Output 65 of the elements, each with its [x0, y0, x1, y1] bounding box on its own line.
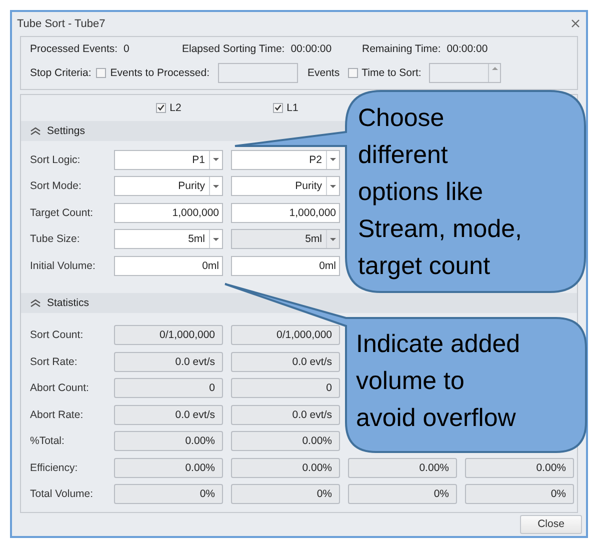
readonly-field: 0	[114, 378, 223, 398]
checkbox[interactable]	[96, 68, 106, 78]
dropdown[interactable]: Purity	[231, 176, 340, 196]
summary-value: 00:00:00	[446, 42, 488, 54]
collapse-icon[interactable]	[30, 126, 41, 134]
close-button[interactable]: Close	[520, 514, 582, 534]
row-label: %Total:	[30, 435, 66, 448]
dropdown[interactable]: 5ml	[114, 229, 223, 250]
readonly-field: 0.0 evt/s	[231, 352, 340, 372]
row-label: Tube Size:	[30, 233, 81, 246]
section-title: Statistics	[47, 297, 90, 309]
stream-label: L1	[286, 102, 298, 114]
readonly-field: 0%	[114, 484, 223, 504]
close-icon[interactable]	[571, 19, 580, 28]
readonly-field: 0.00%	[231, 458, 340, 478]
checkbox[interactable]	[348, 68, 358, 78]
stream-checkbox[interactable]	[272, 102, 283, 112]
readonly-field: 0.00%	[114, 458, 223, 478]
stream-checkbox[interactable]	[156, 102, 166, 112]
summary-label: Processed Events:	[30, 42, 118, 54]
summary-value: 0	[124, 42, 130, 54]
stream-label: L2	[170, 102, 182, 114]
readonly-field: 0%	[348, 484, 457, 504]
readonly-field: 0.00%	[348, 458, 457, 478]
row-label: Initial Volume:	[30, 260, 96, 272]
summary-label: Remaining Time:	[362, 42, 441, 54]
row-label: Abort Rate:	[30, 408, 84, 421]
row-label: Target Count:	[30, 206, 94, 219]
readonly-field: 0%	[465, 484, 574, 504]
input-field[interactable]: 1,000,000	[114, 202, 223, 223]
section-title: Settings	[47, 124, 85, 136]
readonly-field: 0.0 evt/s	[231, 404, 340, 425]
readonly-field: 0/1,000,000	[231, 325, 340, 346]
checkbox-label: Time to Sort:	[362, 66, 422, 78]
row-label: Sort Rate:	[30, 356, 78, 368]
row-label: Sort Count:	[30, 329, 84, 342]
events-field[interactable]	[218, 62, 298, 82]
window-title: Tube Sort - Tube7	[17, 18, 106, 30]
stop-criteria-label: Stop Criteria:	[30, 66, 92, 78]
readonly-field: 0	[231, 378, 340, 398]
dropdown[interactable]: Purity	[114, 176, 223, 196]
readonly-field: 0.00%	[465, 458, 574, 478]
readonly-field: 0/1,000,000	[114, 325, 223, 346]
readonly-field: 0%	[231, 484, 340, 504]
callout-text: Indicate added volume to avoid overflow	[356, 329, 520, 434]
readonly-field: 0.0 evt/s	[114, 352, 223, 372]
readonly-field: 0.00%	[114, 431, 223, 452]
readonly-field: 0.00%	[231, 431, 340, 452]
dropdown[interactable]: P2	[231, 150, 340, 170]
unit-label: Events	[308, 66, 340, 78]
row-label: Efficiency:	[30, 462, 79, 474]
row-label: Total Volume:	[30, 488, 94, 500]
input-field[interactable]: 0ml	[114, 256, 223, 276]
row-label: Abort Count:	[30, 382, 90, 394]
callout-text: Choose different options like Stream, mode, target count	[358, 103, 522, 282]
row-label: Sort Mode:	[30, 180, 82, 192]
input-field[interactable]: 1,000,000	[231, 202, 340, 223]
collapse-icon[interactable]	[30, 299, 41, 307]
row-label: Sort Logic:	[30, 154, 82, 166]
dropdown[interactable]: P1	[114, 150, 223, 170]
summary-value: 00:00:00	[290, 42, 332, 54]
readonly-field: 0.0 evt/s	[114, 404, 223, 425]
summary-label: Elapsed Sorting Time:	[182, 42, 285, 54]
input-field[interactable]: 0ml	[231, 256, 340, 276]
checkbox-label: Events to Processed:	[110, 66, 210, 78]
